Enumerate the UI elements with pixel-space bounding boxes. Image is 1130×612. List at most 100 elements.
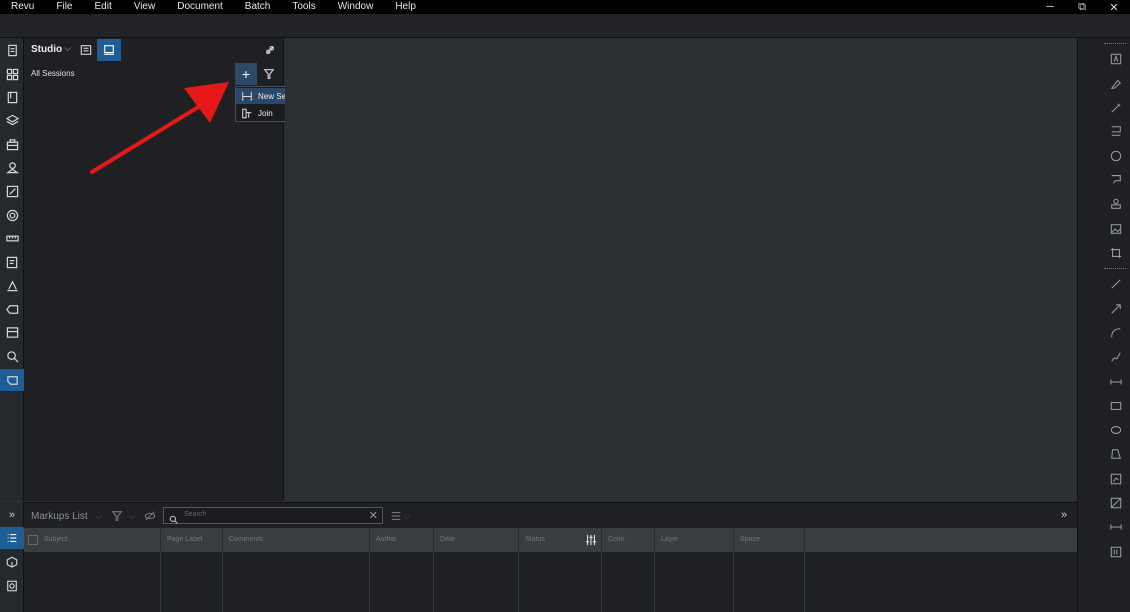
right-tool-strip <box>1077 38 1130 612</box>
menu-document[interactable]: Document <box>166 0 234 14</box>
digital-signature-icon[interactable] <box>0 274 24 296</box>
column-divider <box>222 552 223 612</box>
text-box-icon[interactable] <box>1107 50 1125 68</box>
highlighter-icon[interactable] <box>1107 75 1125 93</box>
report-icon[interactable] <box>0 576 24 596</box>
add-session-button[interactable]: + <box>235 63 257 85</box>
menu-batch[interactable]: Batch <box>234 0 282 14</box>
cloud-icon[interactable] <box>1107 494 1125 512</box>
column-subject[interactable]: Subject <box>24 528 161 552</box>
menu-bar: Revu File Edit View Document Batch Tools… <box>0 0 1130 14</box>
count-icon[interactable] <box>1107 543 1125 561</box>
new-session-icon <box>236 91 258 102</box>
expand-icon[interactable]: » <box>0 506 24 524</box>
join-icon <box>236 108 258 119</box>
arrow-icon[interactable] <box>1107 300 1125 318</box>
ellipse-icon[interactable] <box>1107 421 1125 439</box>
column-color[interactable]: Color <box>602 528 655 552</box>
join-label: Join <box>258 108 273 118</box>
document-canvas[interactable] <box>285 38 1077 501</box>
markups-table-header: Subject Page Label Comments Author Date … <box>24 528 1077 552</box>
studio-title[interactable]: Studio <box>31 44 62 55</box>
length-icon[interactable] <box>1107 518 1125 536</box>
menu-revu[interactable]: Revu <box>0 0 45 14</box>
column-space[interactable]: Space <box>734 528 805 552</box>
clear-search-icon[interactable]: ✕ <box>369 509 378 522</box>
markups-list-icon[interactable] <box>0 527 24 549</box>
menu-edit[interactable]: Edit <box>83 0 122 14</box>
studio-sessions-button[interactable] <box>97 39 121 61</box>
column-comments[interactable]: Comments <box>223 528 370 552</box>
layers-icon[interactable] <box>0 109 24 131</box>
column-divider <box>160 552 161 612</box>
stamp-icon[interactable] <box>1107 195 1125 213</box>
column-divider <box>601 552 602 612</box>
column-divider <box>369 552 370 612</box>
markups-search-field[interactable]: Search ✕ <box>163 507 383 524</box>
area-measure-icon[interactable] <box>1107 470 1125 488</box>
column-page-label[interactable]: Page Label <box>161 528 223 552</box>
chevron-down-icon[interactable]: ⌵ <box>64 43 71 54</box>
column-settings-icon[interactable] <box>584 534 598 546</box>
polygon-icon[interactable] <box>1107 445 1125 463</box>
studio-icon[interactable] <box>0 369 24 391</box>
menu-window[interactable]: Window <box>327 0 385 14</box>
column-divider <box>654 552 655 612</box>
dimension-icon[interactable] <box>1107 373 1125 391</box>
expand-icon[interactable]: » <box>1061 509 1067 521</box>
column-divider <box>433 552 434 612</box>
minimize-button[interactable]: ─ <box>1034 0 1066 14</box>
chevron-down-icon[interactable]: ⌵ <box>128 511 135 522</box>
rectangle-icon[interactable] <box>1107 397 1125 415</box>
tag-icon[interactable] <box>0 298 24 320</box>
crop-icon[interactable] <box>1107 244 1125 262</box>
divider <box>1104 43 1126 45</box>
chevron-down-icon[interactable]: ⌵ <box>95 511 102 522</box>
signatures-icon[interactable] <box>0 180 24 202</box>
menu-file[interactable]: File <box>45 0 83 14</box>
menu-view[interactable]: View <box>123 0 167 14</box>
column-divider <box>733 552 734 612</box>
model-icon[interactable] <box>0 552 24 572</box>
grid-icon[interactable] <box>0 63 24 85</box>
restore-button[interactable]: ⧉ <box>1066 0 1098 14</box>
filter-icon[interactable] <box>110 509 124 523</box>
thumbnails-icon[interactable] <box>0 39 24 61</box>
search-icon <box>169 511 178 529</box>
toolchest-icon[interactable] <box>0 133 24 155</box>
close-button[interactable]: ✕ <box>1098 0 1130 14</box>
bottom-left-strip: » <box>0 502 24 612</box>
list-view-icon[interactable] <box>389 509 403 523</box>
search-icon[interactable] <box>0 345 24 367</box>
select-all-checkbox[interactable] <box>28 535 38 545</box>
column-author[interactable]: Author <box>370 528 434 552</box>
menu-tools[interactable]: Tools <box>281 0 326 14</box>
column-date[interactable]: Date <box>434 528 519 552</box>
all-sessions-label: All Sessions <box>31 69 75 78</box>
chevron-down-icon[interactable]: ⌵ <box>404 511 411 522</box>
image-icon[interactable] <box>1107 220 1125 238</box>
left-panel-strip <box>0 38 24 501</box>
studio-projects-button[interactable] <box>76 40 96 60</box>
menu-help[interactable]: Help <box>384 0 427 14</box>
measurements-icon[interactable] <box>0 227 24 249</box>
arc-icon[interactable] <box>1107 324 1125 342</box>
filter-icon[interactable] <box>260 65 278 83</box>
bookmarks-icon[interactable] <box>0 86 24 108</box>
properties-icon[interactable] <box>0 204 24 226</box>
note-icon[interactable] <box>1107 170 1125 188</box>
places-icon[interactable] <box>0 156 24 178</box>
disconnect-icon[interactable] <box>260 41 280 59</box>
markups-list-title[interactable]: Markups List <box>31 511 88 522</box>
column-divider <box>518 552 519 612</box>
hide-icon[interactable] <box>142 509 158 523</box>
circle-tool-icon[interactable] <box>1107 147 1125 165</box>
pen-icon[interactable] <box>1107 99 1125 117</box>
forms-icon[interactable] <box>0 251 24 273</box>
column-layer[interactable]: Layer <box>655 528 734 552</box>
polyline-icon[interactable] <box>1107 348 1125 366</box>
divider <box>1104 268 1126 270</box>
callout-icon[interactable] <box>1107 122 1125 140</box>
file-access-icon[interactable] <box>0 321 24 343</box>
line-icon[interactable] <box>1107 275 1125 293</box>
